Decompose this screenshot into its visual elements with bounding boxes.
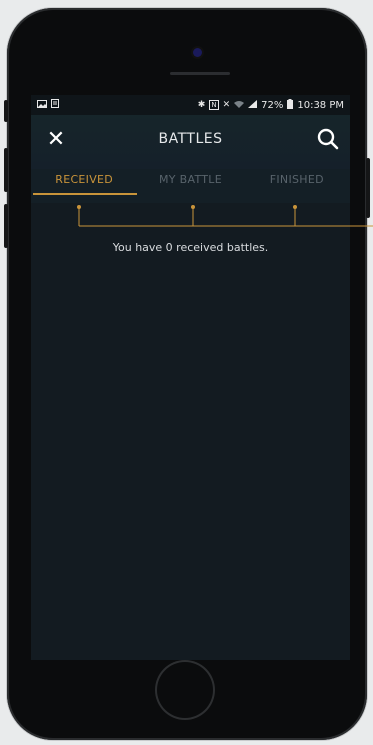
mute-icon: ✕ bbox=[222, 100, 231, 110]
volume-up-button bbox=[4, 148, 8, 192]
document-icon bbox=[51, 99, 59, 111]
page-title: BATTLES bbox=[158, 131, 223, 147]
volume-down-button bbox=[4, 204, 8, 248]
tab-my-battle[interactable]: MY BATTLE bbox=[137, 169, 243, 203]
tab-received[interactable]: RECEIVED bbox=[31, 169, 137, 203]
status-bar: ✱ N ✕ 72% 10:38 PM bbox=[31, 95, 350, 115]
app-header: ✕ BATTLES bbox=[31, 115, 350, 169]
app-screen: ✱ N ✕ 72% 10:38 PM ✕ BATTLES RECEIVED MY… bbox=[31, 95, 350, 660]
clock: 10:38 PM bbox=[297, 99, 344, 111]
power-button bbox=[366, 158, 370, 218]
home-button[interactable] bbox=[155, 660, 215, 720]
tab-bar: RECEIVED MY BATTLE FINISHED bbox=[31, 169, 350, 203]
earpiece-speaker bbox=[170, 72, 230, 75]
nfc-icon: N bbox=[209, 100, 219, 110]
bluetooth-icon: ✱ bbox=[197, 100, 206, 110]
battery-icon bbox=[287, 98, 294, 112]
active-tab-indicator bbox=[33, 193, 137, 195]
battery-percent: 72% bbox=[261, 99, 284, 111]
search-icon[interactable] bbox=[316, 127, 340, 151]
image-icon bbox=[37, 99, 47, 111]
mute-switch bbox=[4, 100, 8, 122]
signal-icon bbox=[248, 99, 258, 111]
front-camera bbox=[193, 48, 202, 57]
wifi-icon bbox=[234, 100, 245, 111]
empty-state-message: You have 0 received battles. bbox=[112, 241, 269, 254]
tab-finished[interactable]: FINISHED bbox=[244, 169, 350, 203]
